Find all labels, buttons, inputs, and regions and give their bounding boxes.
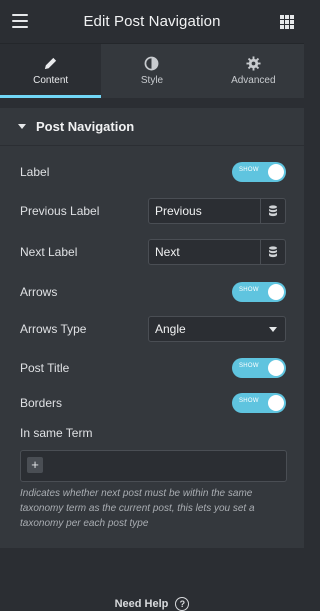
- label-control: Label SHOW: [20, 162, 286, 182]
- toggle-text: SHOW: [239, 363, 259, 369]
- chevron-down-icon: [269, 326, 277, 332]
- tab-style[interactable]: Style: [101, 44, 202, 98]
- help-icon: ?: [175, 597, 190, 611]
- toggle-text: SHOW: [239, 287, 259, 293]
- toggle-text: SHOW: [239, 398, 259, 404]
- toggle-knob: [268, 284, 284, 300]
- plus-icon[interactable]: +: [27, 457, 43, 473]
- label-toggle[interactable]: SHOW: [232, 162, 286, 182]
- post-title-label: Post Title: [20, 361, 70, 375]
- tab-style-label: Style: [140, 75, 164, 86]
- in-same-term-description: Indicates whether next post must be with…: [20, 488, 255, 529]
- post-navigation-section: Post Navigation Label SHOW Previous Labe…: [0, 108, 304, 548]
- post-title-control: Post Title SHOW: [20, 358, 286, 378]
- section-title: Post Navigation: [36, 119, 135, 134]
- dynamic-tags-icon[interactable]: [260, 239, 286, 265]
- tab-content[interactable]: Content: [0, 44, 102, 98]
- toggle-knob: [268, 395, 284, 411]
- panel-header: Edit Post Navigation: [0, 0, 304, 44]
- need-help-link[interactable]: Need Help ?: [0, 597, 304, 611]
- in-same-term-control: In same Term: [20, 426, 286, 440]
- previous-label-input-group: Previous: [148, 198, 286, 224]
- in-same-term-label: In same Term: [20, 426, 93, 440]
- previous-label-control: Previous Label Previous: [20, 198, 286, 224]
- arrows-type-select[interactable]: Angle: [148, 316, 286, 342]
- editor-tabs: Content Style Advanced: [0, 44, 304, 98]
- in-same-term-select[interactable]: +: [20, 450, 287, 482]
- borders-toggle[interactable]: SHOW: [232, 393, 286, 413]
- arrows-type-value: Angle: [155, 322, 186, 336]
- gear-icon: [246, 56, 261, 71]
- toggle-knob: [268, 164, 284, 180]
- arrows-toggle[interactable]: SHOW: [232, 282, 286, 302]
- next-label-input[interactable]: Next: [148, 239, 260, 265]
- dynamic-tags-icon[interactable]: [260, 198, 286, 224]
- tab-content-label: Content: [33, 75, 69, 86]
- toggle-text: SHOW: [239, 167, 259, 173]
- caret-down-icon: [18, 124, 26, 129]
- panel-title: Edit Post Navigation: [83, 13, 221, 30]
- previous-label-label: Previous Label: [20, 204, 100, 218]
- label-control-label: Label: [20, 165, 50, 179]
- arrows-label: Arrows: [20, 285, 58, 299]
- previous-label-input[interactable]: Previous: [148, 198, 260, 224]
- borders-label: Borders: [20, 396, 63, 410]
- next-label-label: Next Label: [20, 245, 78, 259]
- arrows-type-label: Arrows Type: [20, 322, 87, 336]
- section-header[interactable]: Post Navigation: [0, 108, 304, 146]
- half-circle-icon: [145, 56, 159, 71]
- post-title-toggle[interactable]: SHOW: [232, 358, 286, 378]
- need-help-text: Need Help: [114, 598, 169, 610]
- toggle-knob: [268, 360, 284, 376]
- tab-advanced[interactable]: Advanced: [203, 44, 304, 98]
- apps-grid-icon[interactable]: [280, 15, 294, 29]
- arrows-type-control: Arrows Type Angle: [20, 316, 286, 342]
- borders-control: Borders SHOW: [20, 393, 286, 413]
- hamburger-icon[interactable]: [12, 14, 28, 28]
- arrows-control: Arrows SHOW: [20, 282, 286, 302]
- next-label-control: Next Label Next: [20, 239, 286, 265]
- tab-advanced-label: Advanced: [231, 75, 276, 86]
- pencil-icon: [45, 57, 57, 70]
- next-label-input-group: Next: [148, 239, 286, 265]
